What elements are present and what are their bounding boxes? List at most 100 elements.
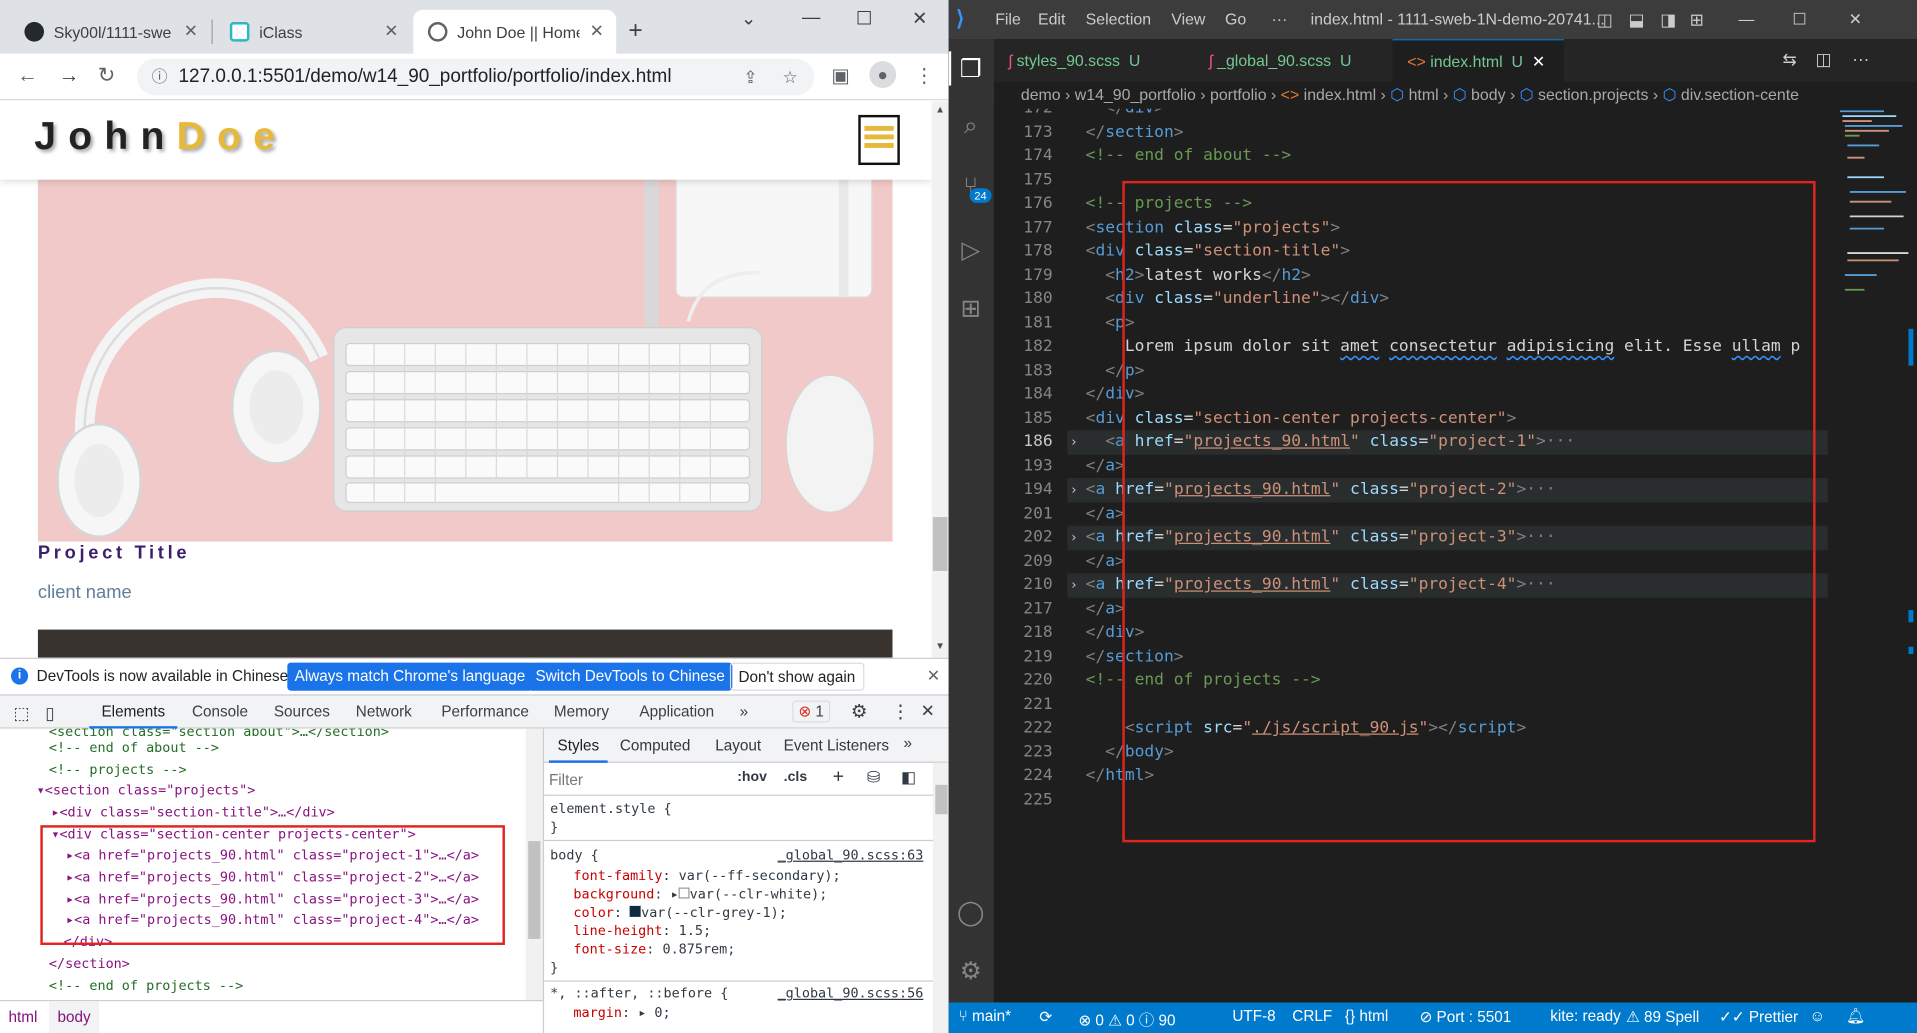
menu-view[interactable]: View bbox=[1171, 10, 1205, 28]
close-icon[interactable]: ✕ bbox=[184, 21, 198, 42]
fold-chevron-icon[interactable]: › bbox=[1070, 434, 1078, 450]
rule-source-link[interactable]: _global_90.scss:63 bbox=[778, 846, 924, 864]
fold-chevron-icon[interactable]: › bbox=[1070, 577, 1078, 593]
layout-aux-icon[interactable]: ◨ bbox=[1660, 10, 1676, 31]
close-icon[interactable]: ✕ bbox=[590, 21, 604, 42]
prettier-indicator[interactable]: ✓✓ Prettier bbox=[1719, 1007, 1798, 1026]
new-rule-icon[interactable]: + bbox=[833, 767, 844, 789]
tab-sources[interactable]: Sources bbox=[274, 703, 330, 720]
dom-line[interactable]: ▸<div class="section-title">…</div> bbox=[51, 802, 334, 823]
dom-line[interactable]: <!-- end of about --> bbox=[49, 737, 219, 758]
forward-icon[interactable]: → bbox=[59, 64, 80, 88]
close-icon[interactable]: ✕ bbox=[384, 21, 398, 42]
minimap[interactable] bbox=[1835, 109, 1909, 402]
dom-line[interactable]: <!-- end of projects --> bbox=[49, 976, 243, 997]
css-prop[interactable]: line-height: 1.5; bbox=[573, 922, 711, 940]
close-window-button[interactable]: ✕ bbox=[1849, 10, 1862, 30]
spell-indicator[interactable]: ⚠ 89 Spell bbox=[1626, 1007, 1699, 1026]
menu-edit[interactable]: Edit bbox=[1038, 10, 1065, 28]
tab-performance[interactable]: Performance bbox=[441, 703, 528, 720]
layout-panel-icon[interactable]: ⬓ bbox=[1629, 10, 1645, 31]
css-prop[interactable]: font-family: var(--ff-secondary); bbox=[573, 867, 840, 885]
dont-show-again-button[interactable]: Don't show again bbox=[729, 662, 864, 691]
run-debug-icon[interactable]: ▷ bbox=[956, 235, 985, 264]
menu-kebab-icon[interactable]: ⋮ bbox=[915, 64, 935, 88]
tab-event-listeners[interactable]: Event Listeners bbox=[784, 737, 889, 754]
settings-gear-icon[interactable]: ⚙ bbox=[851, 700, 867, 723]
site-logo[interactable]: JohnDoe bbox=[34, 114, 287, 159]
sidebar-toggle-icon[interactable]: ◧ bbox=[901, 768, 916, 788]
extensions-icon[interactable]: ⊞ bbox=[956, 293, 985, 323]
account-icon[interactable]: ◯ bbox=[956, 897, 985, 927]
crumb[interactable]: demo bbox=[1021, 86, 1061, 104]
close-window-button[interactable]: ✕ bbox=[912, 7, 927, 30]
device-toolbar-icon[interactable]: ▯ bbox=[45, 703, 54, 724]
sidepanel-icon[interactable]: ▣ bbox=[831, 64, 849, 88]
rule-source-link[interactable]: _global_90.scss:56 bbox=[778, 984, 924, 1002]
menu-file[interactable]: File bbox=[995, 10, 1021, 28]
tab-github[interactable]: Sky00l/1111-swe ✕ bbox=[10, 10, 211, 54]
dom-line[interactable]: ▾<section class="projects"> bbox=[37, 780, 256, 801]
close-icon[interactable]: ✕ bbox=[1532, 53, 1545, 71]
feedback-icon[interactable]: ☺ bbox=[1809, 1007, 1825, 1024]
address-bar[interactable]: ⓘ 127.0.0.1:5501/demo/w14_90_portfolio/p… bbox=[136, 58, 815, 96]
hamburger-menu-button[interactable] bbox=[858, 114, 900, 166]
crumb-html[interactable]: html bbox=[9, 1009, 38, 1026]
css-prop[interactable]: margin: ▸ 0; bbox=[573, 1004, 670, 1022]
menu-go[interactable]: Go bbox=[1225, 10, 1246, 28]
split-editor-icon[interactable]: ◫ bbox=[1816, 49, 1832, 70]
tab-network[interactable]: Network bbox=[356, 703, 412, 720]
css-prop[interactable]: font-size: 0.875rem; bbox=[573, 940, 735, 958]
editor-scrollbar[interactable] bbox=[1908, 108, 1917, 1003]
crumb[interactable]: body bbox=[1471, 86, 1505, 104]
share-icon[interactable]: ⇪ bbox=[743, 59, 757, 96]
tab-styles-scss[interactable]: ʃ styles_90.scss U bbox=[994, 39, 1195, 82]
fold-chevron-icon[interactable]: › bbox=[1070, 482, 1078, 498]
tab-computed[interactable]: Computed bbox=[620, 737, 691, 754]
crumb-body[interactable]: body bbox=[48, 1001, 100, 1033]
code-editor[interactable]: 172 173 174 175 176 177 178 179 180 181 182 183 184 1… bbox=[993, 108, 1917, 1003]
fold-chevron-icon[interactable]: › bbox=[1070, 529, 1078, 545]
crumb[interactable]: w14_90_portfolio bbox=[1075, 86, 1196, 104]
layout-custom-icon[interactable]: ⊞ bbox=[1690, 10, 1704, 31]
explorer-icon[interactable]: ❐ bbox=[956, 54, 985, 83]
more-tabs-icon[interactable]: » bbox=[740, 703, 749, 720]
crumb[interactable]: section.projects bbox=[1538, 86, 1648, 104]
paint-icon[interactable]: ⛁ bbox=[867, 768, 880, 788]
tab-application[interactable]: Application bbox=[639, 703, 714, 720]
dom-line[interactable]: <!-- projects --> bbox=[49, 759, 187, 780]
page-scrollbar[interactable]: ▲ ▼ bbox=[931, 101, 949, 658]
inspect-element-icon[interactable]: ⬚ bbox=[13, 703, 29, 724]
next-project-image[interactable] bbox=[37, 629, 893, 658]
tab-iclass[interactable]: iClass ✕ bbox=[215, 10, 411, 54]
crumb[interactable]: index.html bbox=[1304, 86, 1376, 104]
switch-chinese-button[interactable]: Switch DevTools to Chinese bbox=[528, 662, 733, 691]
dom-line[interactable]: </section> bbox=[49, 954, 130, 975]
project-image[interactable] bbox=[37, 174, 893, 542]
styles-filter-input[interactable] bbox=[548, 766, 728, 793]
encoding-indicator[interactable]: UTF-8 bbox=[1232, 1007, 1275, 1024]
tab-global-scss[interactable]: ʃ _global_90.scss U bbox=[1194, 39, 1392, 82]
tab-layout[interactable]: Layout bbox=[715, 737, 761, 754]
kebab-menu-icon[interactable]: ⋮ bbox=[891, 700, 909, 723]
crumb[interactable]: html bbox=[1409, 86, 1439, 104]
css-prop[interactable]: color: var(--clr-grey-1); bbox=[573, 903, 786, 921]
close-devtools-icon[interactable]: ✕ bbox=[921, 700, 935, 721]
eol-indicator[interactable]: CRLF bbox=[1292, 1007, 1332, 1024]
profile-avatar-icon[interactable]: ● bbox=[869, 61, 897, 89]
tab-elements[interactable]: Elements bbox=[101, 703, 165, 720]
maximize-button[interactable]: ☐ bbox=[856, 7, 872, 30]
back-icon[interactable]: ← bbox=[17, 64, 38, 88]
compare-icon[interactable]: ⇆ bbox=[1783, 49, 1797, 70]
tab-john-doe[interactable]: John Doe || Home ✕ bbox=[413, 9, 617, 54]
maximize-button[interactable]: ☐ bbox=[1792, 10, 1806, 30]
info-icon[interactable]: ⓘ bbox=[152, 59, 168, 96]
tab-console[interactable]: Console bbox=[192, 703, 248, 720]
more-actions-icon[interactable]: ··· bbox=[1852, 49, 1869, 69]
rule-selector[interactable]: *, ::after, ::before { bbox=[550, 984, 728, 1002]
cls-toggle[interactable]: .cls bbox=[784, 770, 807, 785]
sync-icon[interactable]: ⟳ bbox=[1039, 1007, 1052, 1026]
close-icon[interactable]: ✕ bbox=[927, 666, 940, 686]
search-icon[interactable]: ⌕ bbox=[956, 112, 985, 141]
menu-more[interactable]: ··· bbox=[1272, 10, 1288, 28]
